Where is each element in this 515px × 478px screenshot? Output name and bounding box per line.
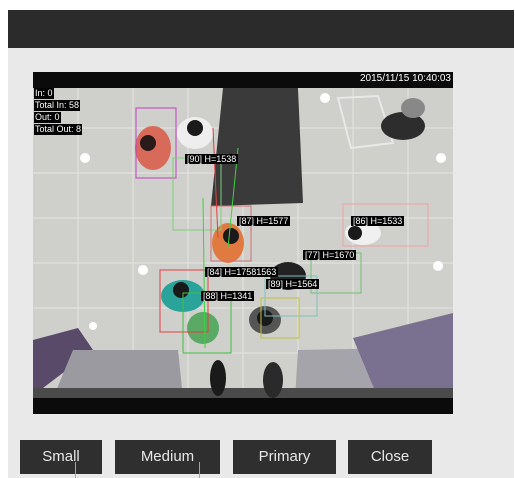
track-tag-84: [84] H=17581563 bbox=[205, 267, 279, 277]
track-tag-88: [88] H=1341 bbox=[201, 291, 255, 301]
camera-scene bbox=[33, 88, 453, 398]
medium-button[interactable]: Medium bbox=[115, 440, 220, 474]
counter-out: Out: 0 bbox=[34, 112, 61, 123]
text-cursor-indicator bbox=[199, 462, 200, 478]
track-tag-87: [87] H=1577 bbox=[237, 216, 291, 226]
track-tag-77: [77] H=1670 bbox=[303, 250, 357, 260]
track-tag-86: [86] H=1533 bbox=[351, 216, 405, 226]
primary-button[interactable]: Primary bbox=[233, 440, 336, 474]
video-feed[interactable]: 2015/11/15 10:40:03 In: 0 Total In: 58 O… bbox=[33, 72, 453, 414]
video-timestamp: 2015/11/15 10:40:03 bbox=[359, 73, 451, 84]
track-tag-89: [89] H=1564 bbox=[266, 279, 320, 289]
counter-in: In: 0 bbox=[34, 88, 54, 99]
people-counters: In: 0 Total In: 58 Out: 0 Total Out: 8 bbox=[34, 88, 83, 136]
counter-total-out: Total Out: 8 bbox=[34, 124, 83, 135]
counter-total-in: Total In: 58 bbox=[34, 100, 81, 111]
small-button[interactable]: Small bbox=[20, 440, 102, 474]
close-button[interactable]: Close bbox=[348, 440, 432, 474]
scene-drawing bbox=[33, 88, 453, 398]
window-titlebar bbox=[8, 10, 514, 48]
track-tag-90: [90] H=1538 bbox=[185, 154, 239, 164]
text-cursor-indicator bbox=[75, 462, 76, 478]
